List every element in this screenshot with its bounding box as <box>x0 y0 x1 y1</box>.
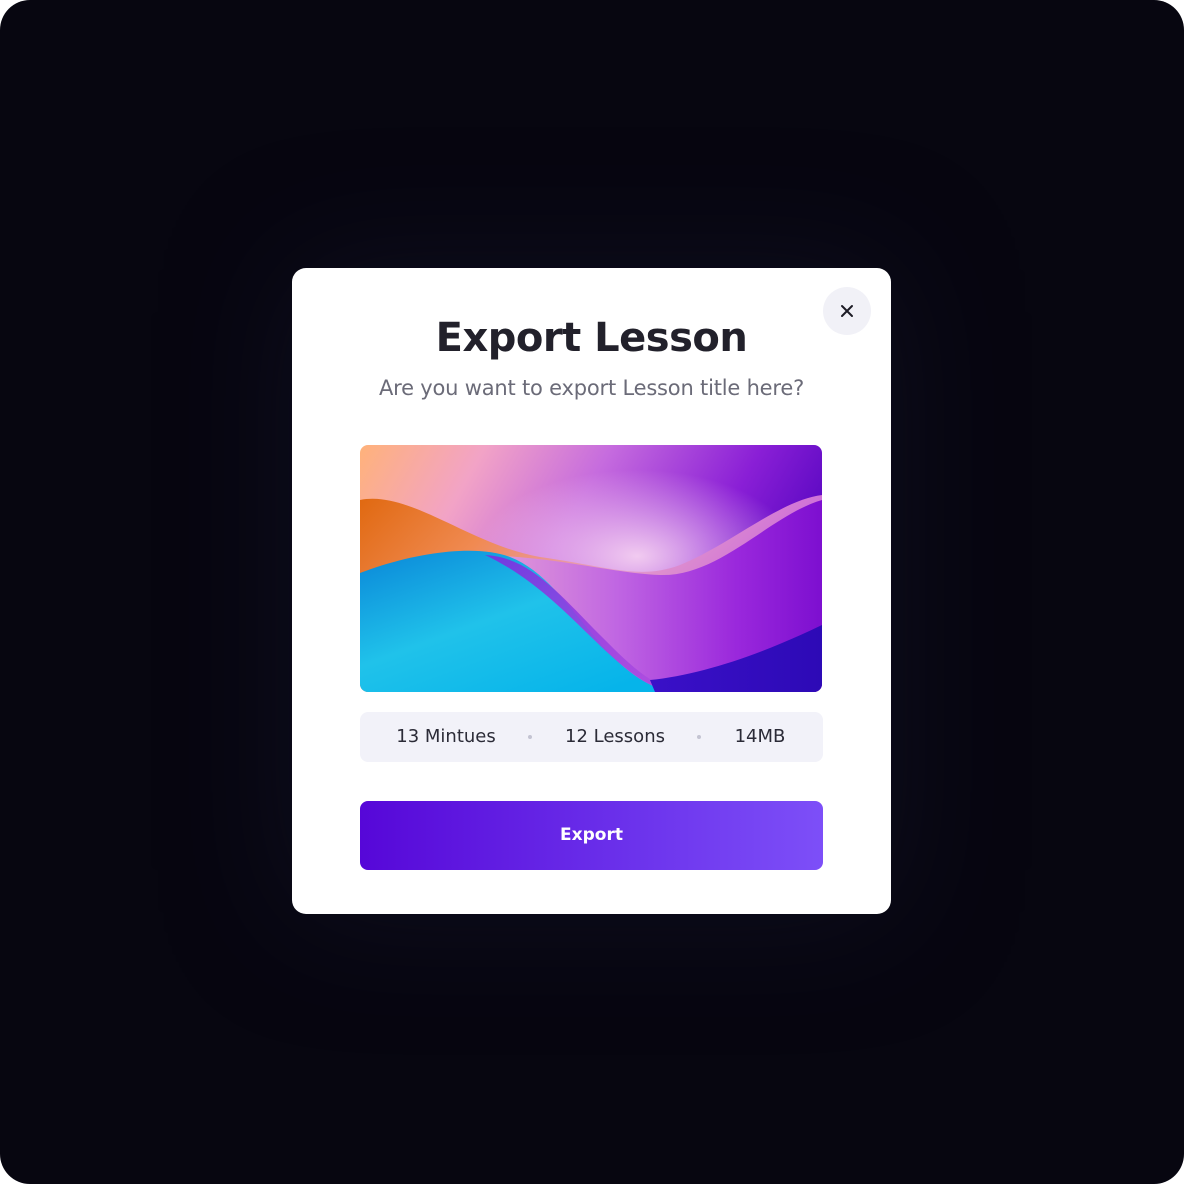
duration-text: 13 Mintues <box>396 726 496 747</box>
export-lesson-dialog: Export Lesson Are you want to export Les… <box>292 268 891 914</box>
dialog-title: Export Lesson <box>435 315 748 361</box>
separator-dot <box>697 735 701 739</box>
file-size-text: 14MB <box>734 726 786 747</box>
lesson-meta-bar: 13 Mintues 12 Lessons 14MB <box>360 712 823 762</box>
lesson-thumbnail <box>360 445 822 692</box>
lesson-count-text: 12 Lessons <box>565 726 665 747</box>
separator-dot <box>528 735 532 739</box>
dialog-subtitle: Are you want to export Lesson title here… <box>378 376 805 400</box>
screen-backdrop: Export Lesson Are you want to export Les… <box>0 0 1184 1184</box>
export-button[interactable]: Export <box>360 801 823 870</box>
